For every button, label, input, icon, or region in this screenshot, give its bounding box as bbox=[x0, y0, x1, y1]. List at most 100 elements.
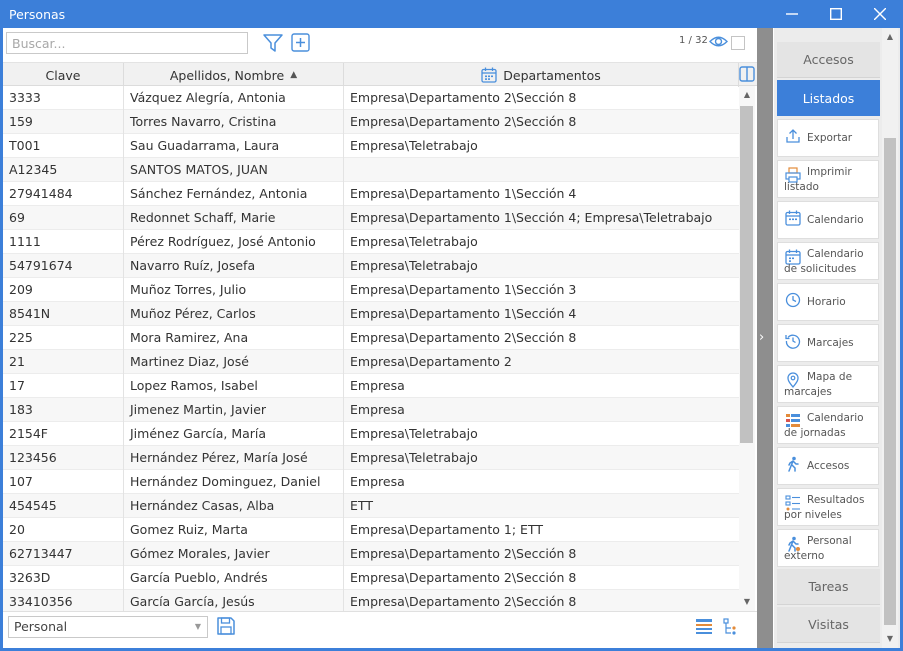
scroll-up-icon[interactable]: ▲ bbox=[739, 86, 755, 102]
table-row[interactable]: T001 Sau Guadarrama, Laura Empresa\Teletra… bbox=[3, 134, 739, 158]
sort-ascending-icon: ▲ bbox=[290, 70, 298, 80]
close-button[interactable] bbox=[858, 0, 902, 28]
table-row[interactable]: 454545 Hernández Casas, Alba ETT bbox=[3, 494, 739, 518]
title-bar: Personas bbox=[0, 0, 903, 28]
cell-departamentos: Empresa\Teletrabajo bbox=[350, 234, 478, 249]
action-horario[interactable]: Horario bbox=[777, 283, 879, 321]
section-accesos[interactable]: Accesos bbox=[777, 42, 880, 78]
cell-nombre: Gomez Ruiz, Marta bbox=[124, 518, 344, 542]
column-header-clave[interactable]: Clave bbox=[3, 63, 124, 87]
filter-icon[interactable] bbox=[262, 33, 284, 53]
scroll-thumb[interactable] bbox=[884, 138, 896, 625]
cell-clave: 33410356 bbox=[3, 590, 124, 611]
personas-table: Clave Apellidos, Nombre ▲ Departamentos … bbox=[3, 62, 757, 611]
table-row[interactable]: 3333 Vázquez Alegría, Antonia Empresa\Depa… bbox=[3, 86, 739, 110]
cell-clave: 27941484 bbox=[3, 182, 124, 206]
column-label: Apellidos, Nombre bbox=[169, 67, 285, 83]
cell-clave: 454545 bbox=[3, 494, 124, 518]
cell-clave: 2154F bbox=[3, 422, 124, 446]
close-icon bbox=[874, 8, 886, 20]
table-row[interactable]: 183 Jimenez Martin, Javier Empresa bbox=[3, 398, 739, 422]
action-exportar[interactable]: Exportar bbox=[777, 119, 879, 157]
table-row[interactable]: 107 Hernández Dominguez, Daniel Empresa bbox=[3, 470, 739, 494]
panel-splitter[interactable]: › bbox=[757, 28, 773, 648]
chevron-right-icon[interactable]: › bbox=[759, 330, 764, 345]
action-mapa-de-marcajes[interactable]: Mapa de marcajes bbox=[777, 365, 879, 403]
cell-nombre: Sánchez Fernández, Antonia bbox=[124, 182, 344, 206]
cell-nombre: Jiménez García, María bbox=[124, 422, 344, 446]
table-row[interactable]: 123456 Hernández Pérez, María José Empresa… bbox=[3, 446, 739, 470]
cell-departamentos: Empresa\Departamento 1\Sección 4 bbox=[350, 186, 577, 201]
table-row[interactable]: 62713447 Gómez Morales, Javier Empresa\Dep… bbox=[3, 542, 739, 566]
list-view-icon[interactable] bbox=[695, 618, 713, 636]
table-row[interactable]: 54791674 Navarro Ruíz, Josefa Empresa\Tele… bbox=[3, 254, 739, 278]
table-row[interactable]: 20 Gomez Ruiz, Marta Empresa\Departamento … bbox=[3, 518, 739, 542]
eye-icon[interactable] bbox=[709, 34, 728, 49]
cell-clave: 107 bbox=[3, 470, 124, 494]
cell-departamentos: Empresa\Departamento 2\Sección 8 bbox=[350, 570, 577, 585]
cell-clave: 69 bbox=[3, 206, 124, 230]
action-imprimir-listado[interactable]: Imprimir listado bbox=[777, 160, 879, 198]
scroll-down-icon[interactable]: ▼ bbox=[739, 593, 755, 609]
cell-nombre: Gómez Morales, Javier bbox=[124, 542, 344, 566]
cell-departamentos: Empresa\Departamento 2 bbox=[350, 354, 512, 369]
table-row[interactable]: 27941484 Sánchez Fernández, Antonia Empres… bbox=[3, 182, 739, 206]
table-row[interactable]: 8541N Muñoz Pérez, Carlos Empresa\Departam… bbox=[3, 302, 739, 326]
maximize-button[interactable] bbox=[814, 0, 858, 28]
minimize-button[interactable] bbox=[770, 0, 814, 28]
table-row[interactable]: 69 Redonnet Schaff, Marie Empresa\Departam… bbox=[3, 206, 739, 230]
view-select-value: Personal bbox=[14, 619, 68, 634]
table-row[interactable]: 159 Torres Navarro, Cristina Empresa\Depar… bbox=[3, 110, 739, 134]
action-calendario-de-solicitudes[interactable]: Calendario de solicitudes bbox=[777, 242, 879, 280]
column-header-nombre[interactable]: Apellidos, Nombre ▲ bbox=[124, 63, 344, 87]
table-row[interactable]: 2154F Jiménez García, María Empresa\Teletr… bbox=[3, 422, 739, 446]
table-row[interactable]: 17 Lopez Ramos, Isabel Empresa bbox=[3, 374, 739, 398]
bottom-bar: Personal ▼ bbox=[3, 611, 757, 648]
panel-scrollbar[interactable]: ▲ ▼ bbox=[882, 28, 898, 648]
table-row[interactable]: A12345 SANTOS MATOS, JUAN bbox=[3, 158, 739, 182]
cell-nombre: Hernández Pérez, María José bbox=[124, 446, 344, 470]
cell-nombre: Pérez Rodríguez, José Antonio bbox=[124, 230, 344, 254]
action-calendario[interactable]: Calendario bbox=[777, 201, 879, 239]
walking-person-icon bbox=[788, 456, 799, 472]
action-personal-externo[interactable]: Personal externo bbox=[777, 529, 879, 567]
view-select[interactable]: Personal ▼ bbox=[8, 616, 208, 638]
save-icon[interactable] bbox=[216, 616, 236, 636]
cell-departamentos: Empresa\Teletrabajo bbox=[350, 450, 478, 465]
section-listados[interactable]: Listados bbox=[777, 80, 880, 116]
scroll-thumb[interactable] bbox=[740, 106, 753, 443]
search-input[interactable] bbox=[6, 32, 248, 54]
action-calendario-de-jornadas[interactable]: Calendario de jornadas bbox=[777, 406, 879, 444]
tree-view-icon[interactable] bbox=[722, 618, 740, 636]
action-marcajes[interactable]: Marcajes bbox=[777, 324, 879, 362]
add-icon[interactable] bbox=[291, 33, 310, 52]
cell-departamentos: Empresa\Departamento 2\Sección 8 bbox=[350, 90, 577, 105]
section-visitas[interactable]: Visitas bbox=[777, 607, 880, 643]
scroll-up-icon[interactable]: ▲ bbox=[882, 28, 898, 44]
column-label: Departamentos bbox=[503, 67, 601, 83]
cell-clave: 20 bbox=[3, 518, 124, 542]
action-label: Personal externo bbox=[784, 535, 852, 562]
table-scrollbar[interactable]: ▲ ▼ bbox=[739, 86, 755, 611]
export-icon bbox=[786, 129, 800, 143]
table-row[interactable]: 21 Martinez Diaz, José Empresa\Departament… bbox=[3, 350, 739, 374]
action-label: Marcajes bbox=[807, 337, 854, 349]
table-header: Clave Apellidos, Nombre ▲ Departamentos bbox=[3, 62, 757, 87]
select-all-checkbox[interactable] bbox=[731, 36, 745, 50]
table-row[interactable]: 225 Mora Ramirez, Ana Empresa\Departamento… bbox=[3, 326, 739, 350]
table-row[interactable]: 209 Muñoz Torres, Julio Empresa\Departamen… bbox=[3, 278, 739, 302]
cell-nombre: Vázquez Alegría, Antonia bbox=[124, 86, 344, 110]
cell-departamentos: Empresa\Departamento 2\Sección 8 bbox=[350, 114, 577, 129]
columns-icon[interactable] bbox=[739, 66, 755, 82]
action-resultados-por-niveles[interactable]: Resultados por niveles bbox=[777, 488, 879, 526]
column-header-departamentos[interactable]: Departamentos bbox=[344, 63, 739, 87]
action-accesos[interactable]: Accesos bbox=[777, 447, 879, 485]
cell-departamentos: Empresa bbox=[350, 402, 405, 417]
section-tareas[interactable]: Tareas bbox=[777, 569, 880, 605]
table-row[interactable]: 1111 Pérez Rodríguez, José Antonio Empresa… bbox=[3, 230, 739, 254]
cell-nombre: Mora Ramirez, Ana bbox=[124, 326, 344, 350]
cell-departamentos bbox=[344, 158, 739, 182]
scroll-down-icon[interactable]: ▼ bbox=[882, 630, 898, 646]
table-row[interactable]: 3263D García Pueblo, Andrés Empresa\Depart… bbox=[3, 566, 739, 590]
table-row[interactable]: 33410356 García García, Jesús Empresa\Depa… bbox=[3, 590, 739, 611]
